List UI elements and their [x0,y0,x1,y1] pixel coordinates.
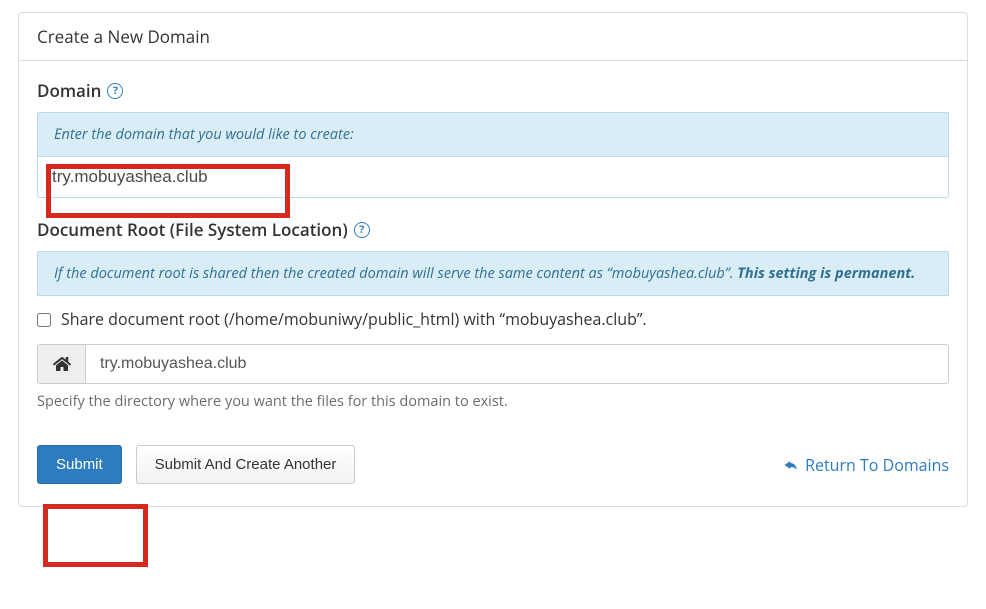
return-link-label: Return To Domains [805,454,949,476]
share-docroot-checkbox[interactable] [37,313,51,327]
help-icon[interactable]: ? [354,222,370,238]
docroot-hint-strong: This setting is permanent. [737,264,915,283]
share-docroot-label: Share document root (/home/mobuniwy/publ… [61,308,647,330]
domain-label: Domain [37,79,101,102]
domain-label-row: Domain ? [37,79,949,102]
docroot-label-row: Document Root (File System Location) ? [37,218,949,241]
domain-hint: Enter the domain that you would like to … [37,112,949,157]
return-to-domains-link[interactable]: Return To Domains [783,454,949,476]
domain-input[interactable] [37,157,949,198]
submit-another-button[interactable]: Submit And Create Another [136,445,356,484]
footer-row: Submit Submit And Create Another Return … [37,445,949,484]
home-icon [37,344,85,384]
directory-help-text: Specify the directory where you want the… [37,392,949,411]
docroot-label: Document Root (File System Location) [37,218,348,241]
docroot-hint: If the document root is shared then the … [37,251,949,296]
panel-title: Create a New Domain [19,13,967,61]
directory-input[interactable] [85,344,949,384]
annotation-highlight-submit [43,504,148,567]
panel-body: Domain ? Enter the domain that you would… [19,61,967,506]
button-group: Submit Submit And Create Another [37,445,355,484]
directory-input-group [37,344,949,384]
create-domain-panel: Create a New Domain Domain ? Enter the d… [18,12,968,507]
reply-arrow-icon [783,457,799,473]
share-docroot-row: Share document root (/home/mobuniwy/publ… [37,308,949,330]
submit-button[interactable]: Submit [37,445,122,484]
docroot-group: Document Root (File System Location) ? I… [37,218,949,411]
docroot-hint-pre: If the document root is shared then the … [54,264,737,283]
help-icon[interactable]: ? [107,83,123,99]
domain-group: Domain ? Enter the domain that you would… [37,79,949,198]
